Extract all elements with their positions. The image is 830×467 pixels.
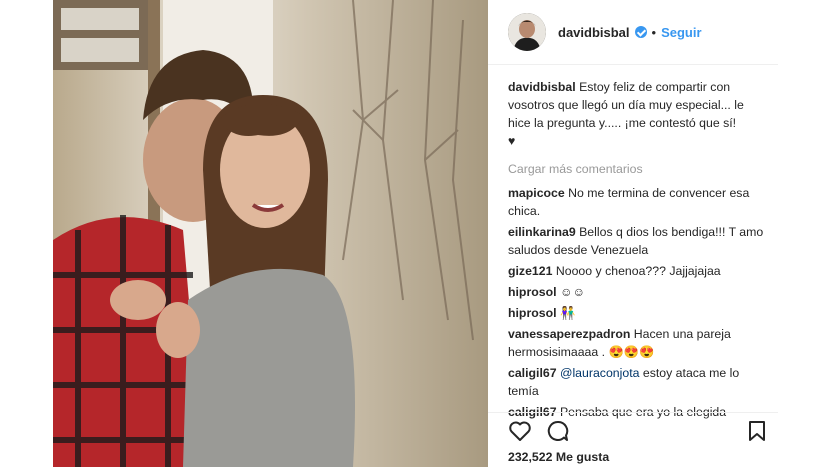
- actions-divider: [488, 412, 778, 413]
- heart-emoji: ♥: [508, 134, 516, 148]
- likes-count[interactable]: 232,522 Me gusta: [508, 450, 609, 464]
- post-username[interactable]: davidbisbal: [558, 25, 630, 40]
- comment-text: Noooo y chenoa??? Jajjajajaa: [555, 264, 721, 278]
- verified-badge-icon: [634, 26, 647, 38]
- comment-item: eilinkarina9 Bellos q dios los bendiga!!…: [508, 223, 768, 259]
- like-heart-icon[interactable]: [508, 420, 532, 442]
- comment-username[interactable]: hiprosol: [508, 306, 557, 320]
- comment-username[interactable]: mapicoce: [508, 186, 565, 200]
- comment-username[interactable]: gize121: [508, 264, 552, 278]
- comment-item: mapicoce No me termina de convencer esa …: [508, 184, 768, 220]
- comment-item: hiprosol 👫: [508, 304, 768, 322]
- comment-mention-link[interactable]: @lauraconjota: [560, 366, 639, 380]
- comment-text: 👫: [559, 306, 576, 320]
- post-side-panel: davidbisbal • Seguir davidbisbal Estoy f…: [488, 0, 778, 467]
- likes-label: Me gusta: [555, 450, 610, 464]
- likes-number: 232,522: [508, 450, 553, 464]
- comment-item: caligil67 @lauraconjota estoy ataca me l…: [508, 364, 768, 400]
- load-more-comments-link[interactable]: Cargar más comentarios: [508, 160, 768, 178]
- separator-dot: •: [651, 24, 657, 40]
- post-header: davidbisbal • Seguir: [488, 0, 778, 64]
- couple-photo-image: [53, 0, 488, 467]
- avatar[interactable]: [508, 13, 546, 51]
- post-photo[interactable]: [53, 0, 488, 467]
- comment-bubble-icon[interactable]: [546, 420, 570, 442]
- comment-username[interactable]: hiprosol: [508, 285, 557, 299]
- comment-item: gize121 Noooo y chenoa??? Jajjajajaa: [508, 262, 768, 280]
- comment-username[interactable]: vanessaperezpadron: [508, 327, 630, 341]
- caption-username[interactable]: davidbisbal: [508, 80, 576, 94]
- header-divider: [488, 64, 778, 65]
- avatar-image: [508, 13, 546, 51]
- comment-username[interactable]: caligil67: [508, 366, 557, 380]
- bookmark-icon[interactable]: [748, 420, 766, 442]
- comment-item: hiprosol ☺☺: [508, 283, 768, 301]
- comment-text: ☺☺: [559, 285, 586, 299]
- action-bar: [508, 420, 768, 446]
- caption: davidbisbal Estoy feliz de compartir con…: [508, 78, 768, 150]
- follow-button[interactable]: Seguir: [661, 25, 701, 40]
- comment-item: vanessaperezpadron Hacen una pareja herm…: [508, 325, 768, 361]
- comment-username[interactable]: eilinkarina9: [508, 225, 576, 239]
- comments-section: davidbisbal Estoy feliz de compartir con…: [508, 78, 768, 424]
